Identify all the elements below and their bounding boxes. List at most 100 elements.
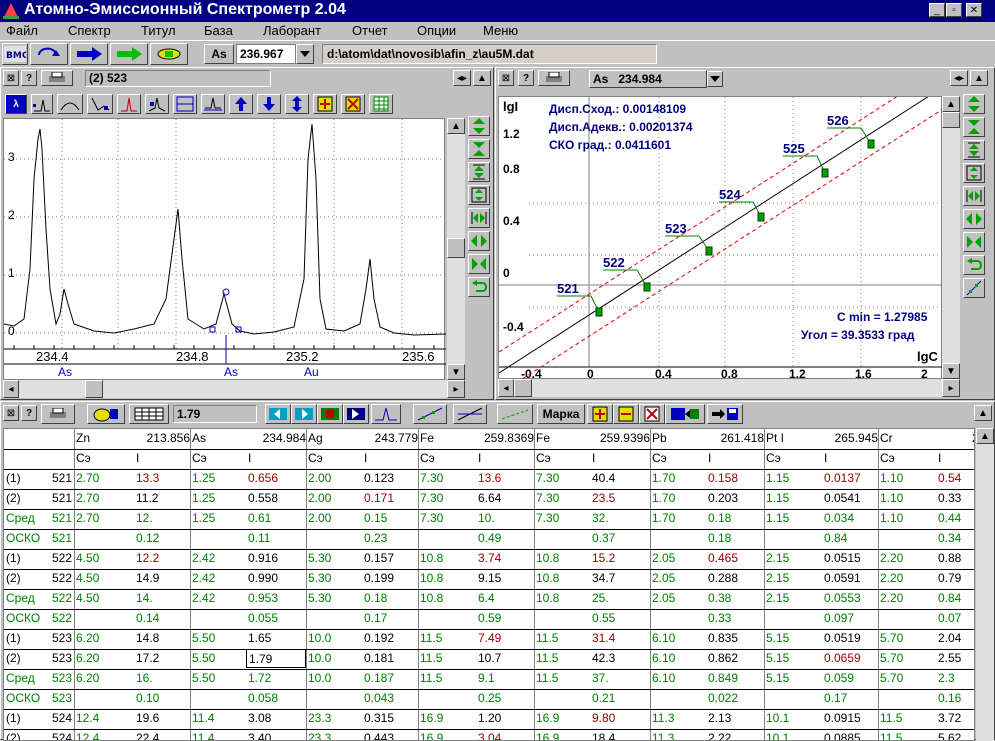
table-cell[interactable]: 19.6 [134,709,190,728]
menu-title[interactable]: Титул [141,23,176,38]
table-cell[interactable]: 2.42 [190,569,246,588]
table-cell[interactable]: 10.8 [418,569,476,588]
table-cell[interactable]: 0.61 [246,509,306,528]
arrow-right-blue-icon[interactable] [70,43,108,65]
regression-icon[interactable] [963,278,985,298]
spectrum-vscroll[interactable]: ▲ ▼ [447,118,465,380]
row-label[interactable]: Сред [4,669,44,688]
table-cell[interactable]: 0.187 [362,669,418,688]
element-name-header[interactable]: Fe [534,429,590,448]
table-cell[interactable]: 0.157 [362,549,418,568]
element-name-header[interactable]: As [190,429,246,448]
row-label[interactable]: (1) [4,709,44,728]
compress-horizontal-icon[interactable] [963,232,985,252]
table-cell[interactable]: 1.20 [476,709,534,728]
table-cell[interactable]: 9.15 [476,569,534,588]
table-cell[interactable]: 34.7 [590,569,650,588]
table-cell[interactable]: 0.18 [706,509,764,528]
scroll-thumb[interactable] [447,238,465,258]
table-cell[interactable]: 0.849 [706,669,764,688]
table-cell[interactable]: 2.15 [764,569,822,588]
table-cell[interactable]: 0.17 [362,609,418,628]
add-icon[interactable] [313,94,337,114]
cycle-arrows-icon[interactable] [150,43,188,65]
table-cell[interactable] [306,529,362,548]
table-cell[interactable]: 0.058 [246,689,306,708]
dashed-line-icon[interactable] [497,404,533,424]
table-cell[interactable]: 3.74 [476,549,534,568]
chevron-down-icon[interactable] [707,71,723,87]
table-cell[interactable]: 0.656 [246,469,306,488]
table-cell[interactable]: 0.171 [362,489,418,508]
table-cell[interactable]: 1.10 [878,509,936,528]
table-cell[interactable]: 11.4 [190,729,246,740]
table-cell[interactable]: 11.5 [878,729,936,740]
table-cell[interactable] [74,529,134,548]
table-cell[interactable] [764,609,822,628]
element-name-header[interactable]: Cr [878,429,936,448]
table-cell[interactable]: 1.15 [764,469,822,488]
element-name-header[interactable]: Fe [418,429,476,448]
table-cell[interactable] [764,689,822,708]
table-cell[interactable]: 0.0553 [822,589,878,608]
table-cell[interactable]: 7.49 [476,629,534,648]
table-cell[interactable]: 42.3 [590,649,650,668]
table-cell[interactable]: 5.50 [190,669,246,688]
row-number[interactable]: 523 [44,649,72,668]
table-cell[interactable] [534,609,590,628]
table-cell[interactable]: 15.2 [590,549,650,568]
results-table[interactable]: Zn 213.856 As 234.984 Ag 243.779 Fe 259.8369 Fe 2… [3,428,975,741]
table-cell[interactable]: 3.04 [476,729,534,740]
table-cell[interactable]: 11.5 [534,669,590,688]
wavelength-select[interactable]: 236.967 [236,44,296,64]
row-number[interactable]: 524 [44,709,72,728]
table-cell[interactable]: 0.158 [706,469,764,488]
row-label[interactable]: (2) [4,489,44,508]
table-cell[interactable]: 1.70 [650,469,706,488]
table-cell[interactable]: 0.18 [362,589,418,608]
calibration-plot[interactable]: lgI1.20.80.40-0.4-0.400.40.81.21.62lgCДи… [498,96,943,380]
table-cell[interactable]: 6.20 [74,669,134,688]
table-cell[interactable]: 11.4 [190,709,246,728]
table-cell[interactable]: 12.2 [134,549,190,568]
intensity-subheader[interactable]: I [706,449,764,468]
scroll-up-icon[interactable]: ▲ [473,70,491,86]
table-cell[interactable]: 0.54 [936,469,974,488]
peak-graph-icon[interactable] [371,404,401,424]
concentration-subheader[interactable]: Сэ [650,449,706,468]
wavelength-header[interactable]: 276 [936,429,974,448]
table-cell[interactable]: 5.70 [878,649,936,668]
element-name-header[interactable]: Pb [650,429,706,448]
scroll-thumb[interactable] [942,112,960,128]
table-cell[interactable] [878,609,936,628]
table-cell[interactable]: 10.8 [534,569,590,588]
table-cell[interactable]: 2.20 [878,549,936,568]
table-cell[interactable]: 0.192 [362,629,418,648]
close-button[interactable]: ✕ [966,3,982,17]
table-cell[interactable] [306,609,362,628]
table-cell[interactable]: 0.38 [706,589,764,608]
peak-red-icon[interactable] [117,94,141,114]
table-cell[interactable]: 2.05 [650,589,706,608]
table-cell[interactable]: 0.79 [936,569,974,588]
row-number[interactable]: 522 [44,589,72,608]
printer-icon[interactable] [41,70,73,86]
table-cell[interactable]: 12. [134,509,190,528]
panel-close-icon[interactable]: ⊠ [3,70,19,86]
row-number[interactable]: 521 [44,489,72,508]
scroll-left-icon[interactable]: ◂ [3,380,19,398]
table-cell[interactable]: 12.4 [74,729,134,740]
concentration-subheader[interactable]: Сэ [878,449,936,468]
scroll-right-icon[interactable]: ▸ [447,380,465,398]
table-cell[interactable]: 10.8 [418,589,476,608]
table-cell[interactable]: 11.5 [418,669,476,688]
table-cell[interactable]: 3.72 [936,709,974,728]
arrow-right-green-icon[interactable] [110,43,148,65]
table-cell[interactable]: 0.097 [822,609,878,628]
table-cell[interactable]: 0.18 [706,529,764,548]
table-cell[interactable]: 10.7 [476,649,534,668]
table-cell[interactable]: 17.2 [134,649,190,668]
table-cell[interactable]: 2.15 [764,589,822,608]
table-cell[interactable] [418,529,476,548]
table-cell[interactable]: 0.443 [362,729,418,740]
